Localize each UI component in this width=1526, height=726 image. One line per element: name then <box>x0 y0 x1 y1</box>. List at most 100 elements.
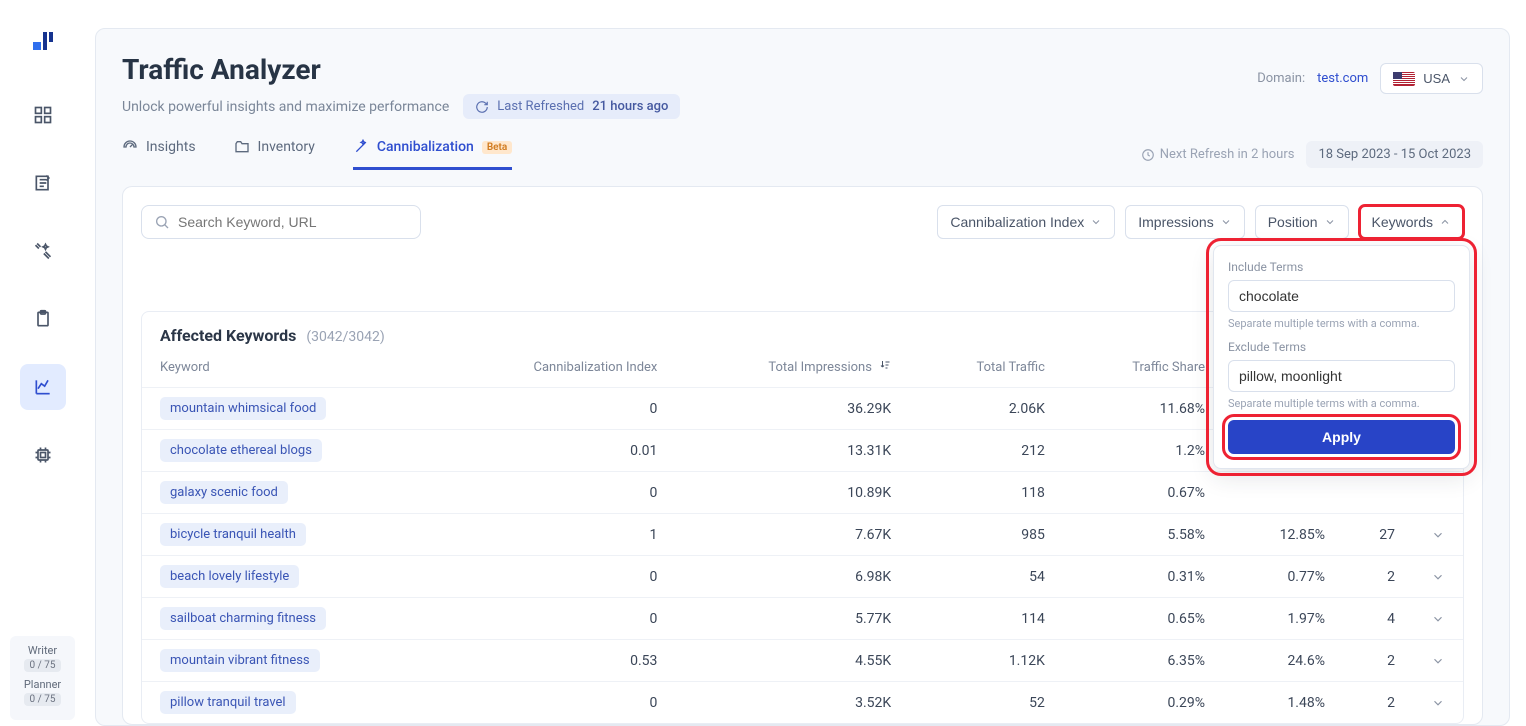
expand-row[interactable] <box>1413 598 1463 640</box>
cell-cindex: 0.01 <box>440 430 675 472</box>
apply-button[interactable]: Apply <box>1228 420 1455 454</box>
table-row: pillow tranquil travel 03.52K520.29%1.48%… <box>142 682 1463 724</box>
tab-insights[interactable]: Insights <box>122 139 196 170</box>
clock-icon <box>1141 148 1155 162</box>
cell-traffic: 985 <box>909 514 1063 556</box>
cell-cindex: 0.53 <box>440 640 675 682</box>
sidebar: Writer 0 / 75 Planner 0 / 75 <box>0 0 85 726</box>
folder-icon <box>234 139 250 155</box>
tab-inventory[interactable]: Inventory <box>234 139 315 170</box>
cell-cindex: 0 <box>440 556 675 598</box>
cell-extra2: 4 <box>1343 598 1413 640</box>
cell-extra1: 24.6% <box>1223 640 1343 682</box>
cell-traffic: 54 <box>909 556 1063 598</box>
cell-extra1: 1.97% <box>1223 598 1343 640</box>
keyword-chip[interactable]: beach lovely lifestyle <box>160 565 299 588</box>
cell-impressions: 36.29K <box>675 388 909 430</box>
sort-desc-icon <box>879 359 891 375</box>
keyword-chip[interactable]: chocolate ethereal blogs <box>160 439 322 462</box>
keyword-chip[interactable]: mountain whimsical food <box>160 397 326 420</box>
filter-cannibalization-index[interactable]: Cannibalization Index <box>937 205 1115 239</box>
include-hint: Separate multiple terms with a comma. <box>1228 317 1455 330</box>
cell-impressions: 13.31K <box>675 430 909 472</box>
exclude-terms-input[interactable] <box>1228 360 1455 392</box>
date-range-picker[interactable]: 18 Sep 2023 - 15 Oct 2023 <box>1306 141 1483 168</box>
search-input-wrapper[interactable] <box>141 205 421 239</box>
filter-keywords[interactable]: Keywords <box>1359 205 1464 239</box>
cell-impressions: 5.77K <box>675 598 909 640</box>
page-subtitle: Unlock powerful insights and maximize pe… <box>122 99 449 115</box>
domain-value: test.com <box>1317 71 1368 86</box>
last-refreshed-badge: Last Refreshed 21 hours ago <box>463 94 680 119</box>
domain-label: Domain: <box>1257 71 1305 86</box>
nav-processor[interactable] <box>20 432 66 478</box>
cell-extra1: 0.77% <box>1223 556 1343 598</box>
cell-extra2: 27 <box>1343 514 1413 556</box>
credits-planner-label: Planner <box>14 678 71 691</box>
cell-impressions: 7.67K <box>675 514 909 556</box>
nav-writer[interactable] <box>20 160 66 206</box>
cell-share: 0.31% <box>1063 556 1223 598</box>
search-input[interactable] <box>178 214 408 230</box>
magic-icon <box>353 139 369 155</box>
cell-impressions: 6.98K <box>675 556 909 598</box>
country-selector[interactable]: USA <box>1380 63 1483 94</box>
next-refresh-label: Next Refresh in 2 hours <box>1141 147 1295 162</box>
refresh-value: 21 hours ago <box>592 99 668 114</box>
table-row: galaxy scenic food010.89K1180.67% <box>142 472 1463 514</box>
col-keyword[interactable]: Keyword <box>142 351 440 388</box>
cell-impressions: 10.89K <box>675 472 909 514</box>
cell-extra1: 1.48% <box>1223 682 1343 724</box>
col-share[interactable]: Traffic Share <box>1063 351 1223 388</box>
col-cindex[interactable]: Cannibalization Index <box>440 351 675 388</box>
exclude-terms-label: Exclude Terms <box>1228 340 1455 354</box>
country-label: USA <box>1423 71 1450 86</box>
expand-row <box>1413 472 1463 514</box>
cell-cindex: 0 <box>440 598 675 640</box>
expand-row[interactable] <box>1413 640 1463 682</box>
keyword-chip[interactable]: galaxy scenic food <box>160 481 288 504</box>
credits-writer-label: Writer <box>14 644 71 657</box>
page-title: Traffic Analyzer <box>122 53 680 86</box>
expand-row[interactable] <box>1413 556 1463 598</box>
cell-traffic: 52 <box>909 682 1063 724</box>
nav-dashboard[interactable] <box>20 92 66 138</box>
filter-position[interactable]: Position <box>1255 205 1349 239</box>
keyword-chip[interactable]: bicycle tranquil health <box>160 523 306 546</box>
tab-cannibalization[interactable]: Cannibalization Beta <box>353 139 512 170</box>
keyword-chip[interactable]: sailboat charming fitness <box>160 607 326 630</box>
nav-optimize[interactable] <box>20 228 66 274</box>
col-impressions[interactable]: Total Impressions <box>675 351 909 388</box>
cell-cindex: 0 <box>440 682 675 724</box>
chevron-down-icon <box>1458 73 1470 85</box>
nav-traffic-analyzer[interactable] <box>20 364 66 410</box>
table-row: mountain vibrant fitness0.534.55K1.12K6.… <box>142 640 1463 682</box>
refresh-label: Last Refreshed <box>497 99 584 114</box>
table-row: sailboat charming fitness05.77K1140.65%1… <box>142 598 1463 640</box>
chevron-up-icon <box>1439 216 1451 228</box>
gauge-icon <box>122 139 138 155</box>
tab-inventory-label: Inventory <box>258 139 315 155</box>
col-traffic[interactable]: Total Traffic <box>909 351 1063 388</box>
cell-impressions: 4.55K <box>675 640 909 682</box>
chevron-down-icon <box>1220 216 1232 228</box>
cell-share: 5.58% <box>1063 514 1223 556</box>
expand-row[interactable] <box>1413 682 1463 724</box>
cell-extra2: 2 <box>1343 556 1413 598</box>
cell-share: 0.65% <box>1063 598 1223 640</box>
main-content: Traffic Analyzer Unlock powerful insight… <box>85 0 1526 726</box>
expand-row[interactable] <box>1413 514 1463 556</box>
credits-writer-count: 0 / 75 <box>24 659 62 672</box>
cell-extra2 <box>1343 472 1413 514</box>
cell-impressions: 3.52K <box>675 682 909 724</box>
cell-share: 0.29% <box>1063 682 1223 724</box>
keywords-filter-popover: Include Terms Separate multiple terms wi… <box>1213 245 1470 469</box>
cell-extra1 <box>1223 472 1343 514</box>
filter-impressions[interactable]: Impressions <box>1125 205 1244 239</box>
cell-traffic: 212 <box>909 430 1063 472</box>
credits-panel: Writer 0 / 75 Planner 0 / 75 <box>10 636 75 720</box>
nav-clipboard[interactable] <box>20 296 66 342</box>
keyword-chip[interactable]: pillow tranquil travel <box>160 691 296 714</box>
keyword-chip[interactable]: mountain vibrant fitness <box>160 649 320 672</box>
include-terms-input[interactable] <box>1228 280 1455 312</box>
